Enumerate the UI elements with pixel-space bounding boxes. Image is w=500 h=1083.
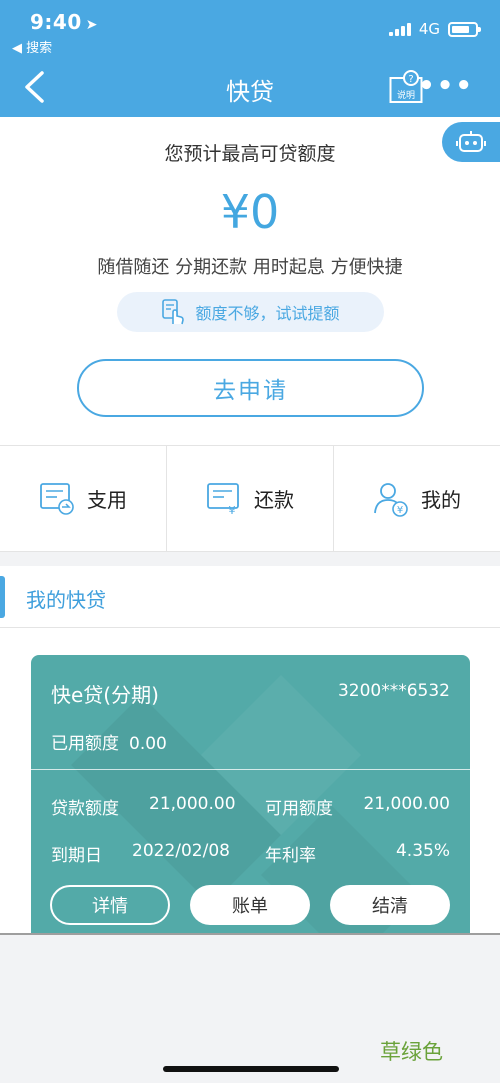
svg-text:¥: ¥ <box>397 505 403 516</box>
status-time: 9:40 ➤ <box>30 10 98 34</box>
time-text: 9:40 <box>30 10 82 34</box>
used-amount: 已用额度 0.00 <box>51 729 167 754</box>
network-type: 4G <box>418 20 440 38</box>
svg-text:?: ? <box>408 74 413 85</box>
credit-amount: ¥0 <box>220 185 280 239</box>
quick-withdraw[interactable]: 支用 <box>0 446 167 551</box>
withdraw-doc-icon <box>40 482 74 515</box>
available-limit-value: 21,000.00 <box>363 794 450 814</box>
bill-button[interactable]: 账单 <box>190 885 310 925</box>
back-to-search-link[interactable]: ◀ 搜索 <box>12 37 52 56</box>
due-date-label: 到期日 <box>51 846 102 866</box>
location-arrow-icon: ➤ <box>85 17 98 33</box>
svg-text:¥: ¥ <box>229 504 236 516</box>
used-amount-value: 0.00 <box>129 734 167 754</box>
used-amount-label: 已用额度 <box>51 734 119 754</box>
help-label: 说明 <box>397 89 415 101</box>
user-yuan-icon: ¥ <box>374 482 408 517</box>
credit-tagline: 随借随还 分期还款 用时起息 方便快捷 <box>97 257 403 278</box>
home-indicator[interactable] <box>163 1066 339 1072</box>
watermark-text: 草绿色 <box>380 1040 443 1064</box>
quick-repay[interactable]: ¥ 还款 <box>167 446 334 551</box>
credit-hero: 您预计最高可贷额度 ¥0 随借随还 分期还款 用时起息 方便快捷 额度不够，试试… <box>0 117 500 445</box>
repay-doc-icon: ¥ <box>207 482 239 516</box>
loan-limit-label: 贷款额度 <box>51 799 119 819</box>
header-bar: 9:40 ➤ ◀ 搜索 4G 快贷 ? 说明 ••• <box>0 0 500 117</box>
rate-label: 年利率 <box>265 846 316 866</box>
card-actions: 详情 账单 结清 <box>50 885 451 925</box>
section-header: 我的快贷 <box>0 566 500 628</box>
quick-actions: 支用 ¥ 还款 ¥ 我的 <box>0 445 500 552</box>
settle-button[interactable]: 结清 <box>330 885 450 925</box>
quick-mine[interactable]: ¥ 我的 <box>334 446 500 551</box>
raise-limit-text: 额度不够，试试提额 <box>195 304 340 323</box>
credit-subtitle: 您预计最高可贷额度 <box>164 143 336 165</box>
loan-limit-value: 21,000.00 <box>149 794 236 814</box>
loan-card[interactable]: 快e贷(分期) 3200***6532 已用额度 0.00 贷款额度 21,000… <box>31 655 470 937</box>
quick-repay-label: 还款 <box>254 488 294 512</box>
apply-button[interactable]: 去申请 <box>77 359 424 417</box>
hand-tap-icon <box>162 299 185 325</box>
more-button[interactable]: ••• <box>418 73 474 99</box>
loan-card-area: 快e贷(分期) 3200***6532 已用额度 0.00 贷款额度 21,000… <box>0 628 500 937</box>
due-date-value: 2022/02/08 <box>132 841 230 861</box>
status-bar: 9:40 ➤ ◀ 搜索 4G <box>0 0 500 58</box>
signal-icon <box>388 22 411 36</box>
section-accent-bar <box>0 576 5 618</box>
details-button[interactable]: 详情 <box>50 885 170 925</box>
status-indicators: 4G <box>388 20 481 38</box>
nav-bar: 快贷 ? 说明 ••• <box>0 58 500 117</box>
card-divider <box>31 769 470 770</box>
raise-limit-pill[interactable]: 额度不够，试试提额 <box>117 292 384 332</box>
quick-withdraw-label: 支用 <box>87 488 127 512</box>
section-title: 我的快贷 <box>26 588 106 612</box>
loan-account-number: 3200***6532 <box>337 681 450 701</box>
quick-mine-label: 我的 <box>421 488 461 512</box>
rate-value: 4.35% <box>395 841 450 861</box>
battery-icon <box>448 21 481 37</box>
loan-product-name: 快e贷(分期) <box>51 683 159 707</box>
available-limit-label: 可用额度 <box>265 799 333 819</box>
